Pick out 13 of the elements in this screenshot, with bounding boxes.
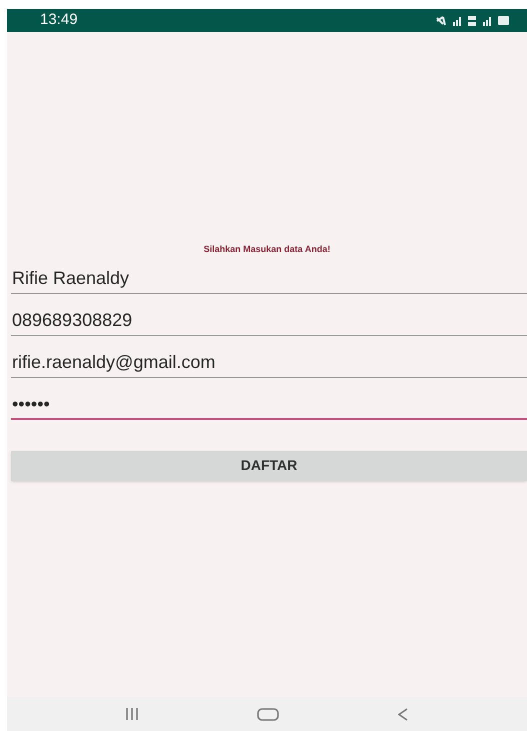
text-field[interactable]: rifie.raenaldy@gmail.com bbox=[11, 348, 527, 378]
text-field[interactable]: •••••• bbox=[11, 390, 527, 420]
status-time: 13:49 bbox=[40, 10, 78, 30]
battery-icon bbox=[498, 16, 509, 25]
signal-icon bbox=[452, 16, 462, 26]
instruction-text: Silahkan Masukan data Anda! bbox=[202, 243, 332, 256]
back-icon[interactable] bbox=[398, 708, 408, 720]
text-field[interactable]: 089689308829 bbox=[11, 306, 527, 336]
text-field[interactable]: Rifie Raenaldy bbox=[11, 264, 527, 294]
recent-apps-icon[interactable] bbox=[126, 708, 138, 720]
register-button[interactable]: DAFTAR bbox=[11, 450, 527, 480]
home-icon[interactable] bbox=[256, 708, 279, 720]
signal-icon bbox=[482, 16, 492, 26]
